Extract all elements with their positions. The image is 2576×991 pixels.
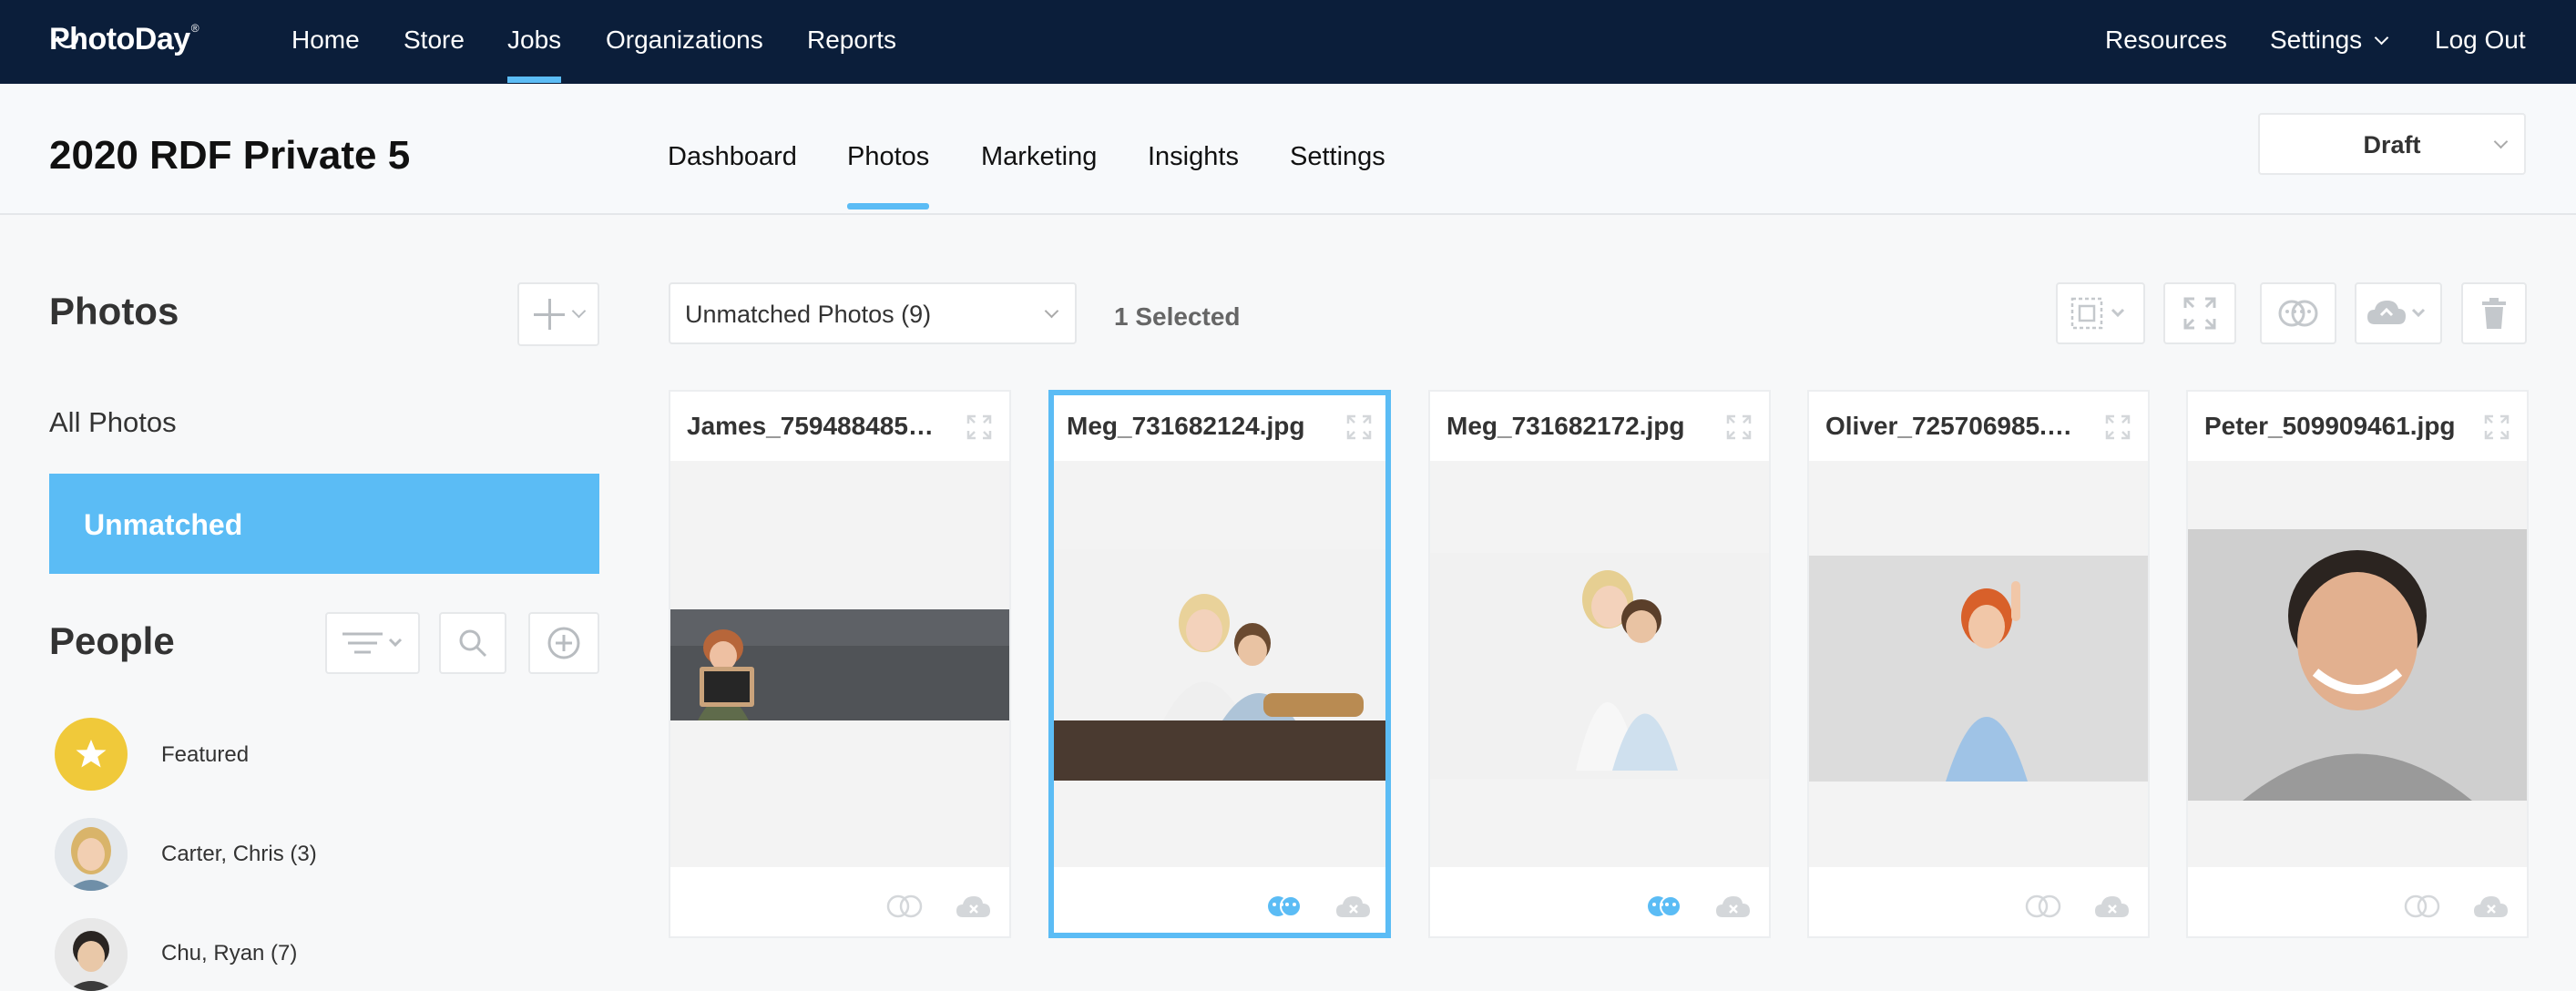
chevron-down-icon bbox=[571, 303, 586, 318]
photo-thumbnail-area bbox=[670, 461, 1009, 867]
sidebar-item-all-photos[interactable]: All Photos bbox=[49, 406, 177, 439]
expand-icon[interactable] bbox=[2104, 414, 2131, 441]
tab-insights[interactable]: Insights bbox=[1148, 142, 1239, 172]
job-status-select[interactable]: Draft bbox=[2258, 113, 2526, 175]
photo-card[interactable]: Meg_731682172.jpg bbox=[1428, 390, 1771, 938]
remove-cloud-icon[interactable] bbox=[2093, 893, 2131, 920]
star-icon bbox=[76, 740, 107, 768]
featured-avatar[interactable] bbox=[55, 718, 128, 791]
job-status-value: Draft bbox=[2363, 131, 2421, 158]
photo-thumbnail bbox=[1054, 549, 1385, 781]
select-all-button[interactable] bbox=[2056, 282, 2145, 344]
person-photo-carter bbox=[55, 818, 128, 891]
nav-settings-label: Settings bbox=[2270, 26, 2363, 54]
photo-thumbnail-area bbox=[1054, 461, 1385, 867]
person-name-featured[interactable]: Featured bbox=[161, 742, 249, 768]
search-people-button[interactable] bbox=[439, 612, 506, 674]
photo-card-selected[interactable]: Meg_731682124.jpg bbox=[1048, 390, 1391, 938]
nav-home[interactable]: Home bbox=[291, 26, 360, 55]
person-photo-chu bbox=[55, 918, 128, 991]
expand-icon bbox=[2183, 297, 2216, 330]
people-heading: People bbox=[49, 619, 175, 662]
photo-card[interactable]: Oliver_725706985.… bbox=[1807, 390, 2150, 938]
top-navigation: PhotoDay® Home Store Jobs Organizations … bbox=[0, 0, 2576, 84]
add-circle-icon bbox=[547, 627, 580, 659]
tag-people-icon[interactable] bbox=[1265, 893, 1303, 920]
nav-logout[interactable]: Log Out bbox=[2435, 26, 2526, 55]
avatar[interactable] bbox=[55, 818, 128, 891]
expand-icon[interactable] bbox=[1345, 414, 1373, 441]
photo-thumbnail bbox=[2188, 529, 2527, 801]
search-icon bbox=[459, 629, 487, 658]
tab-marketing[interactable]: Marketing bbox=[981, 142, 1097, 172]
cloud-upload-icon bbox=[2367, 301, 2426, 324]
nav-organizations[interactable]: Organizations bbox=[606, 26, 763, 55]
nav-reports[interactable]: Reports bbox=[807, 26, 896, 55]
expand-icon[interactable] bbox=[1725, 414, 1753, 441]
nav-store[interactable]: Store bbox=[404, 26, 465, 55]
photos-heading: Photos bbox=[49, 290, 179, 332]
job-header: 2020 RDF Private 5 Dashboard Photos Mark… bbox=[0, 84, 2576, 215]
chevron-down-icon bbox=[2374, 30, 2389, 46]
photo-thumbnail bbox=[670, 609, 1009, 720]
photo-filename: Peter_509909461.jpg bbox=[2204, 412, 2456, 440]
photo-thumbnail-area bbox=[1809, 461, 2148, 867]
sidebar-item-unmatched-label: Unmatched bbox=[84, 508, 243, 541]
photo-thumbnail bbox=[1809, 556, 2148, 782]
trash-icon bbox=[2482, 298, 2506, 329]
chevron-down-icon bbox=[1044, 303, 1059, 319]
select-box-icon bbox=[2070, 297, 2125, 330]
expand-icon[interactable] bbox=[966, 414, 993, 441]
delete-button[interactable] bbox=[2461, 282, 2527, 344]
tag-people-button[interactable] bbox=[2260, 282, 2336, 344]
selected-count: 1 Selected bbox=[1114, 302, 1241, 331]
photo-thumbnail bbox=[1430, 553, 1769, 779]
remove-cloud-icon[interactable] bbox=[955, 893, 993, 920]
tag-people-icon[interactable] bbox=[1645, 893, 1683, 920]
fullscreen-button[interactable] bbox=[2163, 282, 2236, 344]
photo-filename: Oliver_725706985.… bbox=[1825, 412, 2072, 440]
photo-filter-value: Unmatched Photos (9) bbox=[685, 301, 932, 328]
tab-settings[interactable]: Settings bbox=[1290, 142, 1385, 172]
nav-resources[interactable]: Resources bbox=[2105, 26, 2227, 55]
person-name-chu[interactable]: Chu, Ryan (7) bbox=[161, 941, 297, 966]
tag-people-icon[interactable] bbox=[2403, 893, 2441, 920]
remove-cloud-icon[interactable] bbox=[2472, 893, 2510, 920]
photo-filter-select[interactable]: Unmatched Photos (9) bbox=[669, 282, 1077, 344]
avatar[interactable] bbox=[55, 918, 128, 991]
add-photos-button[interactable] bbox=[517, 282, 599, 346]
upload-menu-button[interactable] bbox=[2355, 282, 2442, 344]
logo-registered-mark: ® bbox=[190, 22, 199, 35]
nav-settings[interactable]: Settings bbox=[2270, 26, 2389, 55]
sidebar-item-unmatched[interactable]: Unmatched bbox=[49, 474, 599, 574]
photo-filename: Meg_731682124.jpg bbox=[1067, 412, 1305, 440]
remove-cloud-icon[interactable] bbox=[1714, 893, 1753, 920]
photo-card[interactable]: Peter_509909461.jpg bbox=[2186, 390, 2529, 938]
remove-cloud-icon[interactable] bbox=[1334, 893, 1373, 920]
tag-people-icon[interactable] bbox=[885, 893, 924, 920]
plus-icon bbox=[533, 299, 565, 330]
filter-icon bbox=[342, 632, 403, 654]
tag-people-icon[interactable] bbox=[2024, 893, 2062, 920]
nav-jobs[interactable]: Jobs bbox=[507, 26, 562, 83]
job-title: 2020 RDF Private 5 bbox=[49, 133, 411, 178]
photo-card[interactable]: James_759488485… bbox=[669, 390, 1011, 938]
faces-icon bbox=[2278, 300, 2318, 327]
person-name-carter[interactable]: Carter, Chris (3) bbox=[161, 842, 317, 867]
tab-dashboard[interactable]: Dashboard bbox=[668, 142, 797, 172]
photo-filename: James_759488485… bbox=[687, 412, 934, 440]
add-person-button[interactable] bbox=[528, 612, 599, 674]
photo-thumbnail-area bbox=[2188, 461, 2527, 867]
expand-icon[interactable] bbox=[2483, 414, 2510, 441]
photo-thumbnail-area bbox=[1430, 461, 1769, 867]
photo-filename: Meg_731682172.jpg bbox=[1446, 412, 1685, 440]
filter-people-button[interactable] bbox=[325, 612, 420, 674]
tab-photos[interactable]: Photos bbox=[847, 142, 930, 209]
